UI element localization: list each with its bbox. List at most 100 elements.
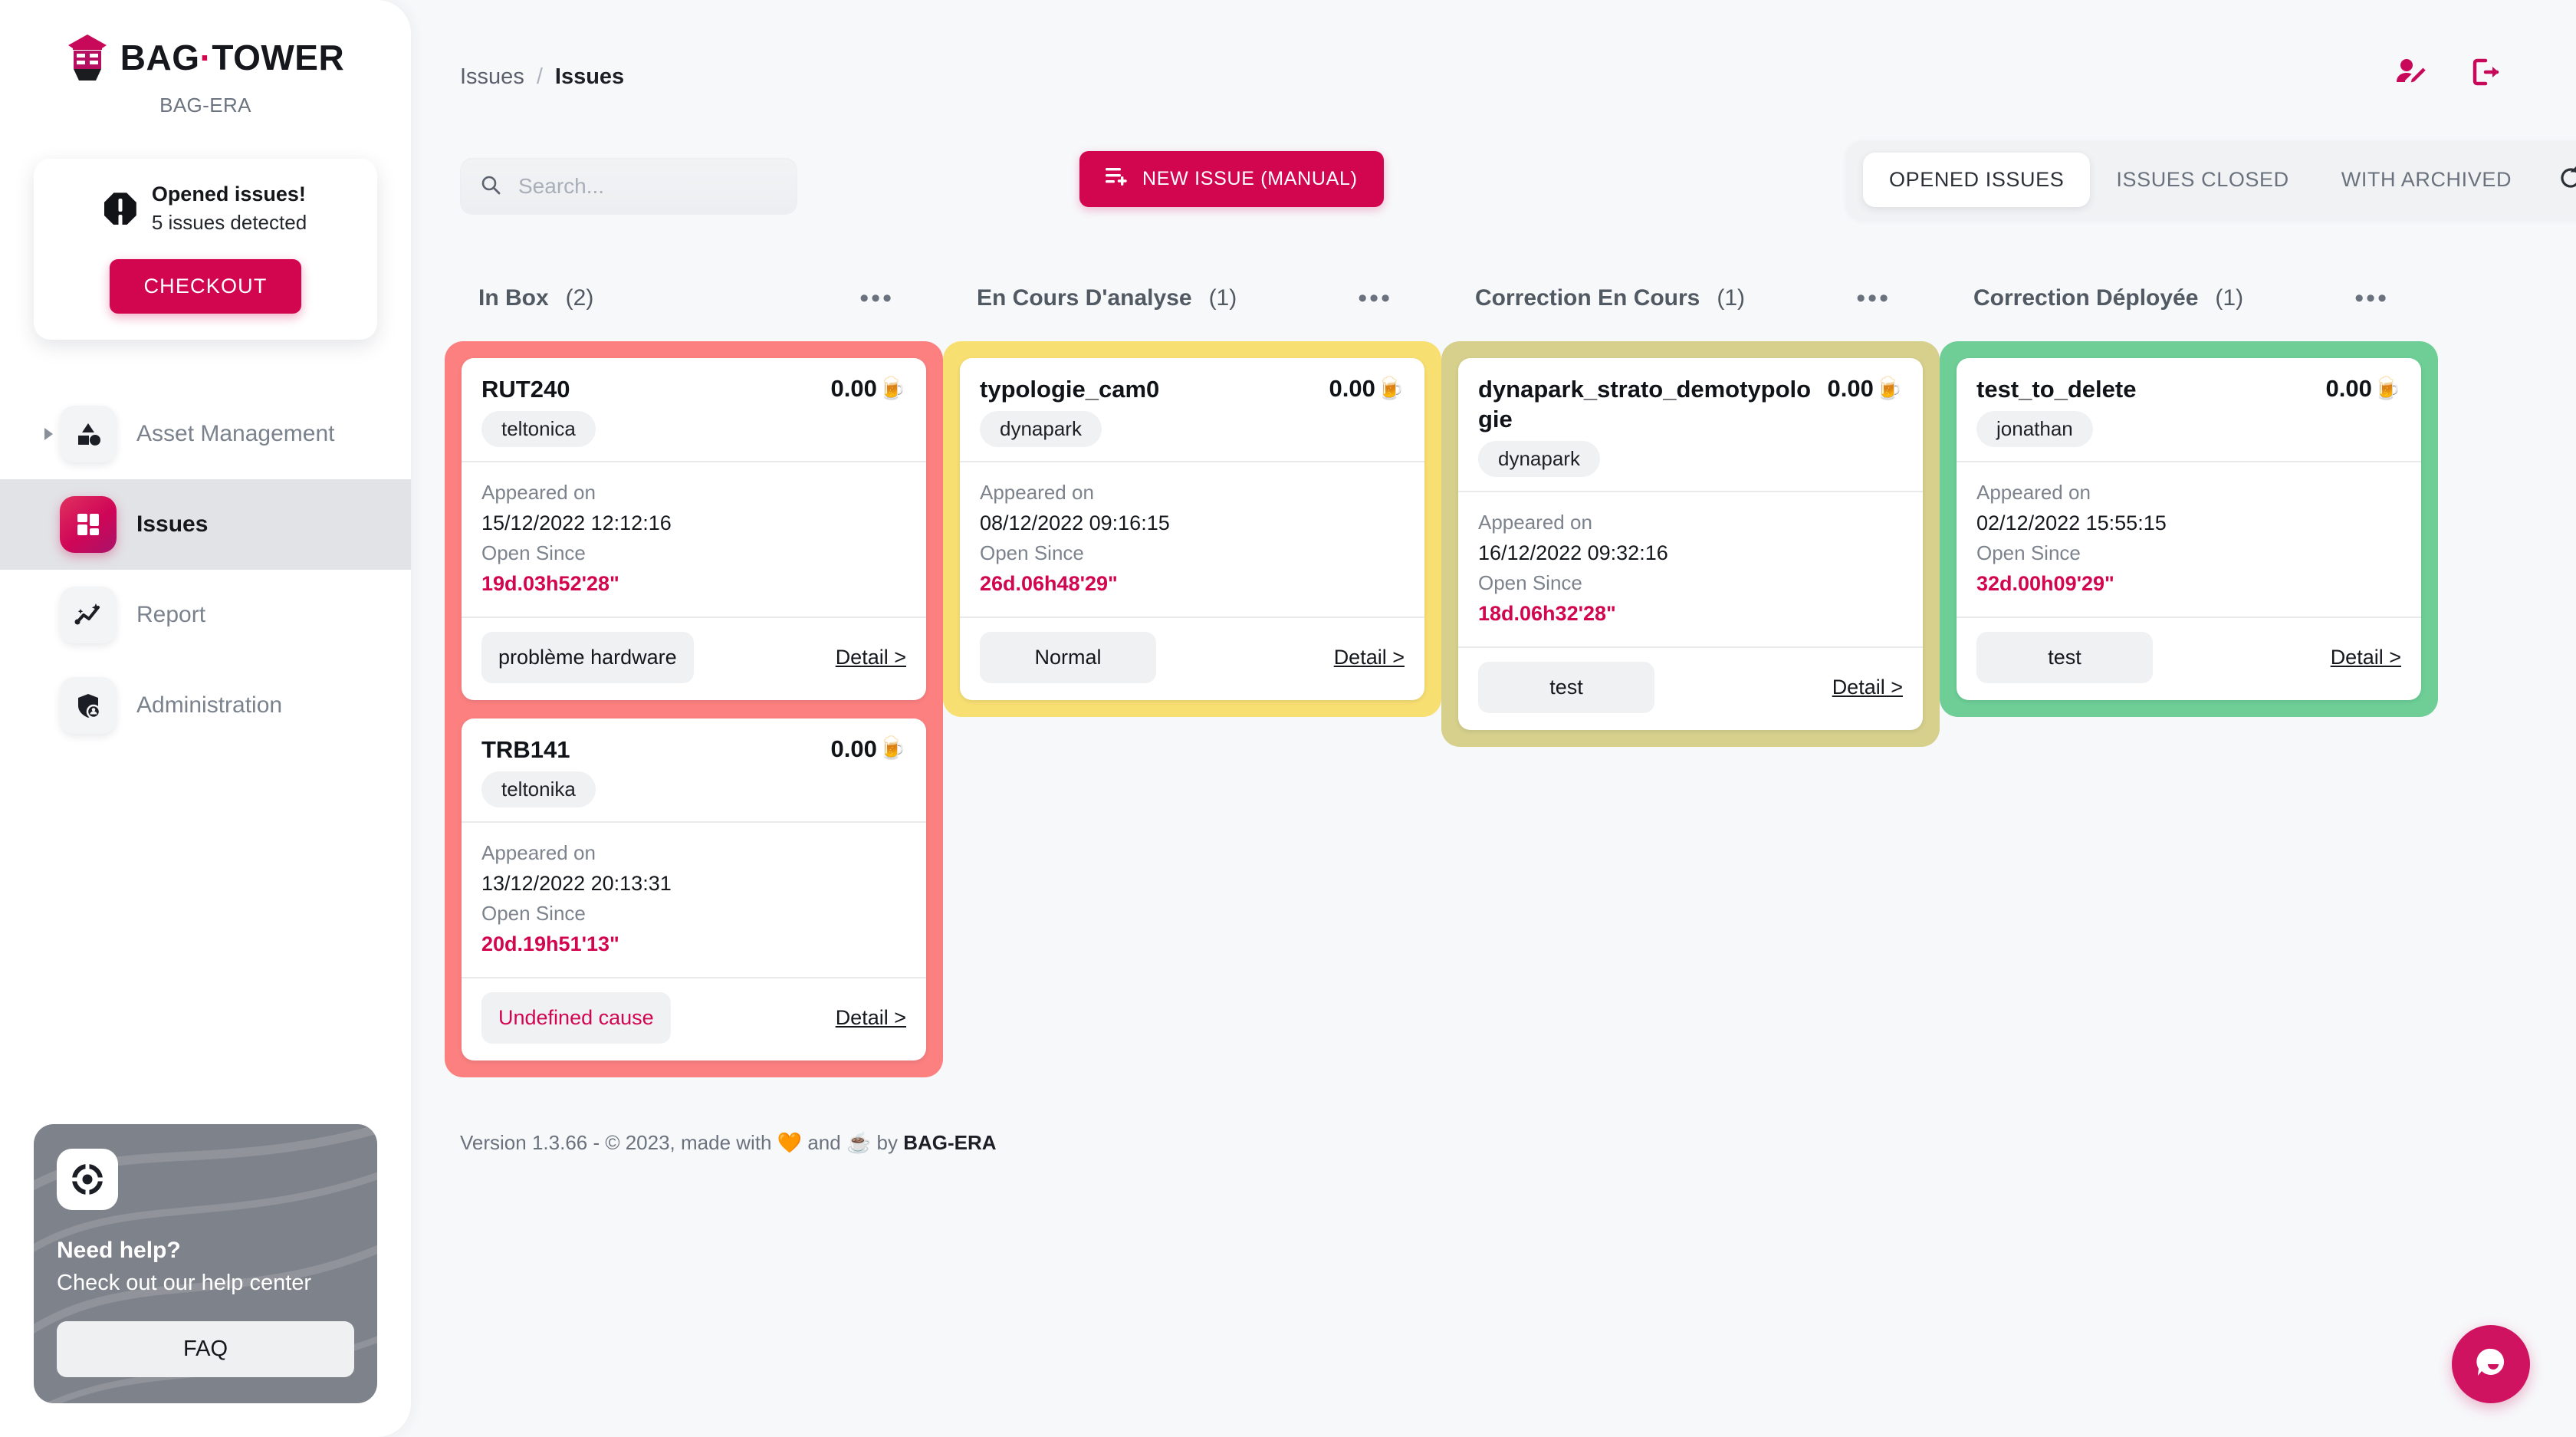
sidebar-item-asset-management[interactable]: Asset Management <box>0 389 411 479</box>
column-header: Correction Déployée (1) ••• <box>1973 284 2389 313</box>
open-since-value: 18d.06h32'28" <box>1478 602 1616 625</box>
help-text: Check out our help center <box>57 1270 312 1295</box>
card-footer: Undefined cause Detail > <box>462 976 926 1060</box>
beer-mug-icon: 🍺 <box>878 736 906 761</box>
new-issue-label: NEW ISSUE (MANUAL) <box>1142 168 1358 189</box>
footer-suffix: by <box>871 1130 904 1154</box>
column-body: dynapark_strato_demotypologie 0.00 🍺 dyn… <box>1441 341 1940 747</box>
open-since-value: 20d.19h51'13" <box>481 932 619 956</box>
column-title: In Box <box>478 285 549 311</box>
appeared-on-value: 16/12/2022 09:32:16 <box>1478 541 1668 564</box>
detail-link[interactable]: Detail > <box>1832 676 1903 699</box>
detail-link[interactable]: Detail > <box>1334 646 1405 669</box>
issue-card[interactable]: dynapark_strato_demotypologie 0.00 🍺 dyn… <box>1458 358 1923 730</box>
alert-title: Opened issues! <box>151 183 306 206</box>
card-amount-value: 0.00 <box>830 735 877 762</box>
detail-link[interactable]: Detail > <box>2331 646 2401 669</box>
grid-squares-icon <box>60 495 117 553</box>
card-title: RUT240 <box>481 376 570 403</box>
search-input[interactable] <box>518 174 777 199</box>
appeared-on-label: Appeared on <box>1976 480 2091 504</box>
card-header: typologie_cam0 0.00 🍺 dynapark <box>960 358 1424 461</box>
issue-card[interactable]: TRB141 0.00 🍺 teltonika Appeared on 13/1… <box>462 718 926 1060</box>
card-footer: test Detail > <box>1458 646 1923 730</box>
tab-issues-closed[interactable]: ISSUES CLOSED <box>2090 153 2315 207</box>
issue-card[interactable]: RUT240 0.00 🍺 teltonica Appeared on 15/1… <box>462 358 926 700</box>
toolbar: NEW ISSUE (MANUAL) OPENED ISSUES ISSUES … <box>411 140 2576 232</box>
card-header: test_to_delete 0.00 🍺 jonathan <box>1957 358 2421 461</box>
checkout-button[interactable]: CHECKOUT <box>110 258 301 314</box>
footer: Version 1.3.66 - © 2023, made with 🧡 and… <box>411 1077 2576 1155</box>
app-root: BAG·TOWER BAG-ERA Opened issues! 5 issue… <box>0 0 2576 1437</box>
column-count: (1) <box>1717 285 1746 311</box>
lifebuoy-icon <box>57 1148 118 1210</box>
breadcrumb-current: Issues <box>554 64 625 89</box>
column-body: typologie_cam0 0.00 🍺 dynapark Appeared … <box>943 341 1441 717</box>
breadcrumb-parent[interactable]: Issues <box>460 64 524 90</box>
column-header: En Cours D'analyse (1) ••• <box>977 284 1392 313</box>
appeared-on-value: 13/12/2022 20:13:31 <box>481 871 672 895</box>
card-tag-chip: dynapark <box>1478 440 1600 477</box>
issue-card[interactable]: typologie_cam0 0.00 🍺 dynapark Appeared … <box>960 358 1424 700</box>
column-header: Correction En Cours (1) ••• <box>1475 284 1891 313</box>
card-meta: Appeared on 16/12/2022 09:32:16 Open Sin… <box>1458 490 1923 646</box>
chat-bubble-icon <box>2471 1343 2511 1386</box>
issue-filter-tabs: OPENED ISSUES ISSUES CLOSED WITH ARCHIVE… <box>1846 140 2576 219</box>
open-since-label: Open Since <box>980 541 1084 565</box>
card-footer: test Detail > <box>1957 616 2421 700</box>
card-title: TRB141 <box>481 735 570 763</box>
sidebar-nav: Asset Management Issues Report Administr… <box>0 389 411 751</box>
new-issue-button[interactable]: NEW ISSUE (MANUAL) <box>1079 151 1384 207</box>
card-amount: 0.00 🍺 <box>831 735 906 763</box>
shapes-icon <box>60 405 117 462</box>
card-amount: 0.00 🍺 <box>1828 375 1903 403</box>
beer-mug-icon: 🍺 <box>1875 376 1903 401</box>
sidebar-item-administration[interactable]: Administration <box>0 660 411 751</box>
card-header: TRB141 0.00 🍺 teltonika <box>462 718 926 821</box>
card-amount-value: 0.00 <box>2325 375 2372 402</box>
column-count: (1) <box>2215 285 2244 311</box>
sidebar: BAG·TOWER BAG-ERA Opened issues! 5 issue… <box>0 0 411 1437</box>
bag-tower-logo-icon <box>67 34 108 81</box>
kanban-column-correction-deployee: Correction Déployée (1) ••• test_to_dele… <box>1940 278 2438 717</box>
beer-mug-icon: 🍺 <box>1376 376 1405 401</box>
issue-card[interactable]: test_to_delete 0.00 🍺 jonathan Appeared … <box>1957 358 2421 700</box>
search-box[interactable] <box>460 158 797 215</box>
column-title: Correction En Cours <box>1475 285 1700 311</box>
brand: BAG·TOWER BAG-ERA <box>0 0 411 117</box>
breadcrumb-separator: / <box>536 64 543 89</box>
beer-mug-icon: 🍺 <box>878 376 906 401</box>
sidebar-item-report[interactable]: Report <box>0 570 411 660</box>
refresh-button[interactable] <box>2538 159 2576 201</box>
tab-opened-issues[interactable]: OPENED ISSUES <box>1863 153 2091 207</box>
logout-icon[interactable] <box>2469 55 2502 93</box>
kanban-column-correction-en-cours: Correction En Cours (1) ••• dynapark_str… <box>1441 278 1940 747</box>
sidebar-item-label: Asset Management <box>136 421 335 447</box>
open-since-value: 26d.06h48'29" <box>980 572 1118 596</box>
detail-link[interactable]: Detail > <box>836 1006 906 1030</box>
detail-link[interactable]: Detail > <box>836 646 906 669</box>
edit-profile-icon[interactable] <box>2394 55 2427 93</box>
appeared-on-value: 15/12/2022 12:12:16 <box>481 511 672 534</box>
chat-widget-button[interactable] <box>2452 1325 2530 1403</box>
tab-with-archived[interactable]: WITH ARCHIVED <box>2315 153 2538 207</box>
sidebar-item-issues[interactable]: Issues <box>0 478 411 570</box>
cause-pill: Normal <box>980 631 1156 683</box>
column-header: In Box (2) ••• <box>478 284 894 313</box>
column-title: Correction Déployée <box>1973 285 2199 311</box>
column-count: (1) <box>1208 285 1237 311</box>
card-tag-chip: teltonica <box>481 410 596 447</box>
faq-button[interactable]: FAQ <box>57 1321 354 1377</box>
shield-user-icon <box>60 676 117 734</box>
chevron-right-icon <box>44 427 53 440</box>
breadcrumb: Issues / Issues <box>460 64 624 90</box>
appeared-on-label: Appeared on <box>481 480 596 504</box>
column-body: test_to_delete 0.00 🍺 jonathan Appeared … <box>1940 341 2438 717</box>
open-since-label: Open Since <box>1976 541 2081 565</box>
cause-pill: problème hardware <box>481 631 694 683</box>
card-amount-value: 0.00 <box>1329 375 1375 402</box>
open-since-value: 19d.03h52'28" <box>481 572 619 596</box>
heart-icon: 🧡 <box>777 1130 803 1154</box>
sidebar-item-label: Report <box>136 602 206 628</box>
column-count: (2) <box>565 285 594 311</box>
